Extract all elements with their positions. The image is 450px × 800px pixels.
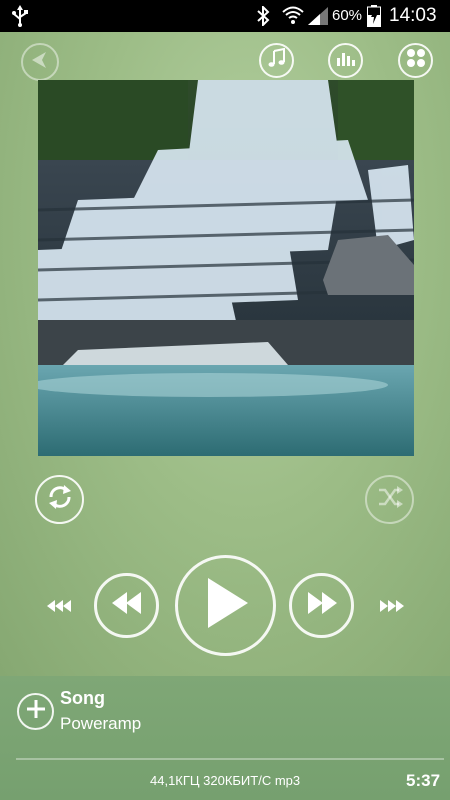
add-to-playlist-button[interactable] <box>17 693 54 730</box>
play-icon <box>204 578 248 633</box>
shuffle-button[interactable] <box>365 475 414 524</box>
triple-left-arrow-icon <box>47 599 71 616</box>
track-artist[interactable]: Poweramp <box>60 714 141 734</box>
four-dots-icon <box>406 48 426 73</box>
next-category-button[interactable] <box>380 599 404 617</box>
track-title[interactable]: Song <box>60 688 105 709</box>
fast-forward-button[interactable] <box>289 573 354 638</box>
audio-format-info: 44,1КГЦ 320КБИТ/С mp3 <box>150 773 301 788</box>
equalizer-button[interactable] <box>328 43 363 78</box>
back-arrow-icon <box>30 50 50 75</box>
track-duration: 5:37 <box>406 771 441 790</box>
rewind-button[interactable] <box>94 573 159 638</box>
status-clock: 14:03 <box>389 5 437 26</box>
repeat-button[interactable] <box>35 475 84 524</box>
battery-charging-icon <box>367 5 381 32</box>
rewind-icon <box>111 592 142 619</box>
music-note-icon <box>268 47 286 73</box>
shuffle-icon <box>377 485 403 514</box>
triple-right-arrow-icon <box>380 599 404 616</box>
seek-bar[interactable] <box>16 758 444 760</box>
battery-percent: 60% <box>332 7 363 24</box>
menu-button[interactable] <box>398 43 433 78</box>
library-button[interactable] <box>259 43 294 78</box>
back-button[interactable] <box>21 43 59 81</box>
usb-icon <box>10 5 30 32</box>
album-art[interactable] <box>38 80 414 456</box>
previous-category-button[interactable] <box>47 599 71 617</box>
plus-icon <box>26 699 46 724</box>
equalizer-icon <box>336 50 355 71</box>
signal-icon <box>308 7 328 30</box>
bluetooth-icon <box>256 4 270 31</box>
play-button[interactable] <box>175 555 276 656</box>
repeat-icon <box>47 484 73 515</box>
wifi-icon <box>282 5 304 30</box>
status-bar: 60% 14:03 <box>0 0 450 32</box>
fast-forward-icon <box>307 592 337 619</box>
album-art-waterfall-image <box>38 80 414 456</box>
